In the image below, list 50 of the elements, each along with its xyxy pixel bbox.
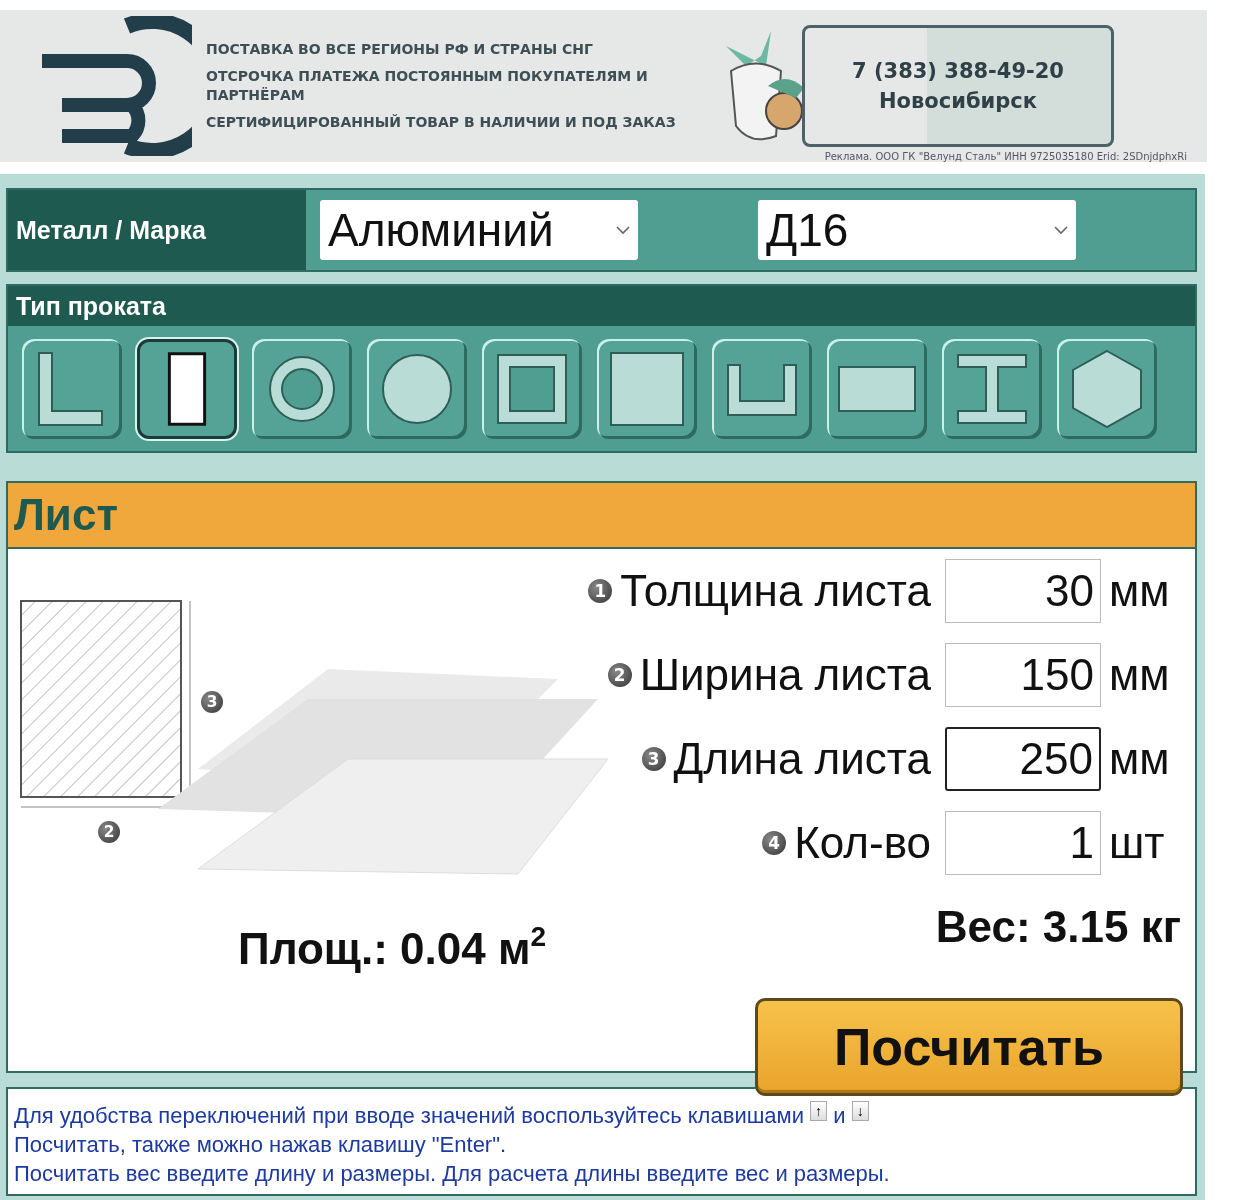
unit-label: шт [1109, 818, 1166, 868]
profile-type-button[interactable] [827, 339, 927, 439]
ad-note: Реклама. ООО ГК "Велунд Сталь" ИНН 9725035180 Erid: 2SDnjdphxRi [824, 151, 1187, 162]
field-label: Кол-во [794, 818, 931, 868]
arrow-down-key: ↓ [851, 1101, 869, 1121]
field-label: Длина листа [673, 734, 931, 784]
input-field[interactable]: 250 [945, 727, 1101, 791]
field-label: Ширина листа [639, 650, 931, 700]
area-result: Площ.: 0.04 м$^{2}$ [238, 920, 547, 975]
profile-type-button[interactable] [22, 339, 122, 439]
banner-slogan: СЕРТИФИЦИРОВАННЫЙ ТОВАР В НАЛИЧИИ И ПОД ЗАКАЗ [206, 113, 677, 132]
profile-type-button[interactable] [482, 339, 582, 439]
profile-type-button[interactable] [1057, 339, 1157, 439]
field-label: Толщина листа [620, 566, 931, 616]
calculate-button[interactable]: Посчитать [755, 998, 1183, 1097]
profile-type-button[interactable] [597, 339, 697, 439]
unit-label: мм [1109, 734, 1171, 784]
info-text: Посчитать, также можно нажав клавишу "Enter". [14, 1131, 508, 1159]
profile-type-button[interactable] [712, 339, 812, 439]
info-text: Для удобства переключений при вводе значений воспользуйтесь клавишами [14, 1103, 804, 1128]
profile-type-button[interactable] [942, 339, 1042, 439]
unit-label: мм [1109, 566, 1171, 616]
phone-number: 7 (383) 388-49-20 [852, 59, 1064, 83]
metal-grade-label: Металл / Марка [8, 190, 306, 270]
input-field[interactable]: 1 [945, 811, 1101, 875]
number-marker: 4 [762, 831, 787, 855]
info-text: и [833, 1103, 846, 1128]
metal-select[interactable]: Алюминий [320, 200, 638, 260]
weight-result: Вес: 3.15 кг [935, 901, 1181, 953]
profile-type-button[interactable] [367, 339, 467, 439]
profile-type-button[interactable] [137, 339, 237, 439]
info-text: Посчитать вес введите длину и размеры. Для расчета длины введите вес и размеры. [14, 1160, 891, 1188]
banner-slogan: ПОСТАВКА ВО ВСЕ РЕГИОНЫ РФ И СТРАНЫ СНГ [206, 40, 594, 59]
number-marker: 1 [588, 579, 613, 603]
input-field[interactable]: 150 [945, 643, 1101, 707]
chevron-down-icon [1054, 225, 1068, 235]
city-name: Новосибирск [879, 89, 1037, 113]
section-title: Тип проката [8, 286, 1195, 326]
section-title: Лист [8, 483, 1195, 549]
input-field[interactable]: 30 [945, 559, 1101, 623]
chevron-down-icon [616, 225, 630, 235]
number-marker: 2 [607, 663, 632, 687]
unit-label: мм [1109, 650, 1171, 700]
number-marker: 2 [98, 821, 120, 843]
number-marker: 3 [641, 747, 666, 771]
grade-select[interactable]: Д16 [758, 200, 1076, 260]
number-marker: 3 [201, 691, 223, 713]
profile-type-button[interactable] [252, 339, 352, 439]
arrow-up-key: ↑ [810, 1101, 828, 1121]
banner-slogan: ОТСРОЧКА ПЛАТЕЖА ПОСТОЯННЫМ ПОКУПАТЕЛЯМ И ПАРТНЁРАМ [206, 67, 649, 105]
